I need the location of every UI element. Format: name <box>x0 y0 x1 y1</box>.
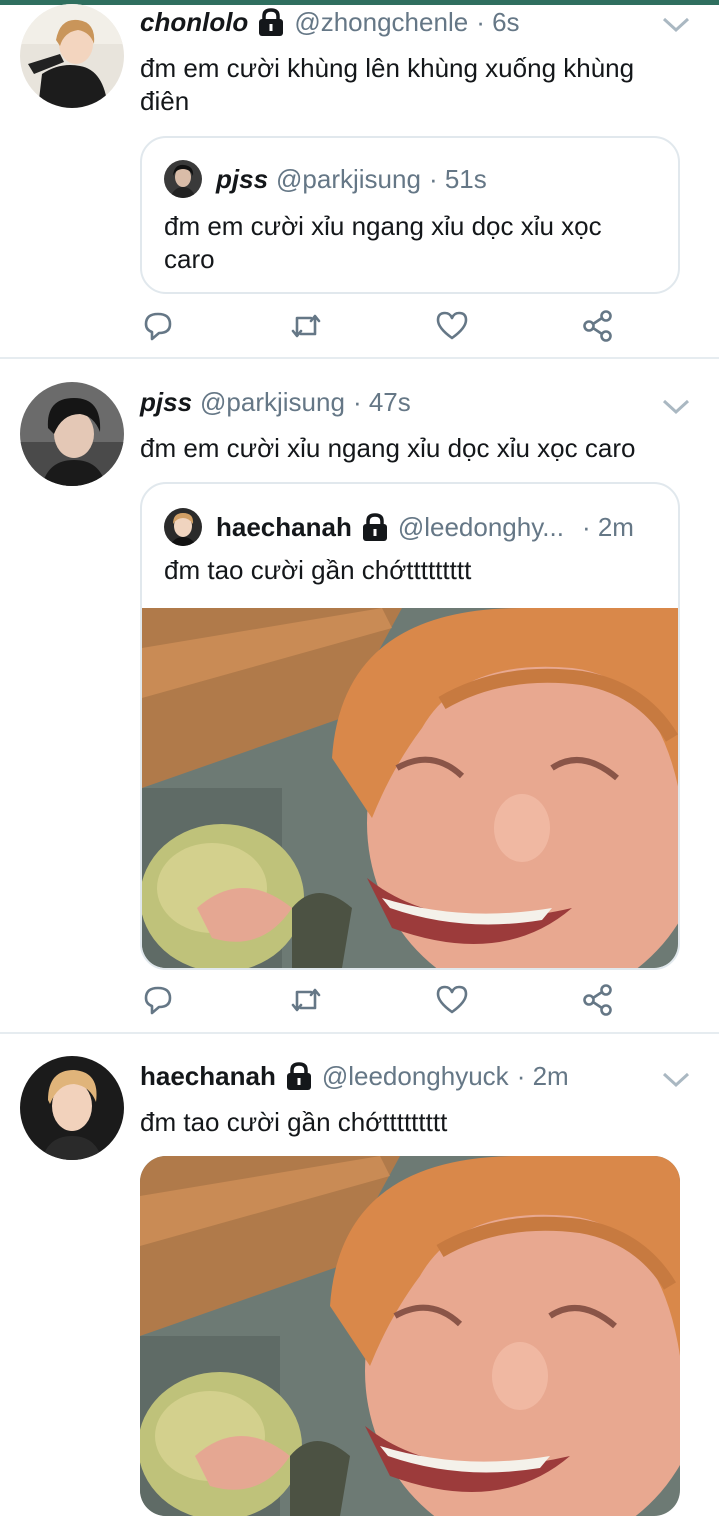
quoted-avatar <box>164 160 202 198</box>
tweet-media-image[interactable] <box>140 1156 680 1516</box>
display-name[interactable]: pjss <box>140 387 192 418</box>
quoted-header: haechanah @leedonghy... · 2m <box>164 508 634 546</box>
heart-icon[interactable] <box>434 982 470 1018</box>
tweet-2[interactable]: pjss @parkjisung · 47s đm em cười xỉu ng… <box>0 360 719 1032</box>
quoted-avatar <box>164 508 202 546</box>
reply-icon[interactable] <box>140 982 176 1018</box>
tweet-header: chonlolo @zhongchenle · 6s <box>140 4 520 40</box>
chevron-down-icon[interactable] <box>661 1070 691 1090</box>
tweet-divider <box>0 357 719 359</box>
timestamp[interactable]: · 6s <box>476 7 519 38</box>
tweet-actions <box>140 982 620 1022</box>
user-handle[interactable]: @parkjisung <box>200 387 345 418</box>
quoted-media-image[interactable] <box>142 608 678 968</box>
display-name[interactable]: haechanah <box>140 1061 276 1092</box>
tweet-header: pjss @parkjisung · 47s <box>140 384 411 420</box>
lock-icon <box>360 512 390 542</box>
display-name[interactable]: chonlolo <box>140 7 248 38</box>
lock-icon <box>256 7 286 37</box>
quoted-tweet[interactable]: pjss @parkjisung · 51s đm em cười xỉu ng… <box>140 136 680 294</box>
quoted-display-name: haechanah <box>216 511 352 542</box>
quoted-header: pjss @parkjisung · 51s <box>164 160 487 198</box>
share-icon[interactable] <box>580 308 616 344</box>
timestamp[interactable]: · 47s <box>353 387 411 418</box>
tweet-text: đm em cười khùng lên khùng xuống khùng đ… <box>140 53 635 116</box>
user-handle[interactable]: @zhongchenle <box>294 7 468 38</box>
user-handle[interactable]: @leedonghyuck <box>322 1061 509 1092</box>
tweet-actions <box>140 308 620 348</box>
chevron-down-icon[interactable] <box>661 397 691 417</box>
tweet-text: đm tao cười gần chớttttttttt <box>140 1107 448 1137</box>
avatar[interactable] <box>20 1056 124 1160</box>
tweet-header: haechanah @leedonghyuck · 2m <box>140 1058 569 1094</box>
share-icon[interactable] <box>580 982 616 1018</box>
retweet-icon[interactable] <box>288 982 324 1018</box>
quoted-text: đm em cười xỉu ngang xỉu dọc xỉu xọc car… <box>164 211 602 274</box>
avatar[interactable] <box>20 4 124 108</box>
quoted-user-handle: @parkjisung <box>276 163 421 194</box>
quoted-tweet[interactable]: haechanah @leedonghy... · 2m đm tao cười… <box>140 482 680 970</box>
quoted-timestamp: · 2m <box>581 511 634 542</box>
timestamp[interactable]: · 2m <box>517 1061 569 1092</box>
quoted-text: đm tao cười gần chớttttttttt <box>164 555 472 585</box>
reply-icon[interactable] <box>140 308 176 344</box>
tweet-3[interactable]: haechanah @leedonghyuck · 2m đm tao cười… <box>0 1034 719 1529</box>
tweet-text: đm em cười xỉu ngang xỉu dọc xỉu xọc car… <box>140 433 636 463</box>
quoted-user-handle: @leedonghy... <box>397 511 564 542</box>
avatar[interactable] <box>20 382 124 486</box>
lock-icon <box>284 1061 314 1091</box>
chevron-down-icon[interactable] <box>661 15 691 35</box>
retweet-icon[interactable] <box>288 308 324 344</box>
tweet-1[interactable]: chonlolo @zhongchenle · 6s đm em cười kh… <box>0 0 719 358</box>
quoted-display-name: pjss <box>216 163 269 194</box>
quoted-timestamp: · 51s <box>428 163 487 194</box>
heart-icon[interactable] <box>434 308 470 344</box>
